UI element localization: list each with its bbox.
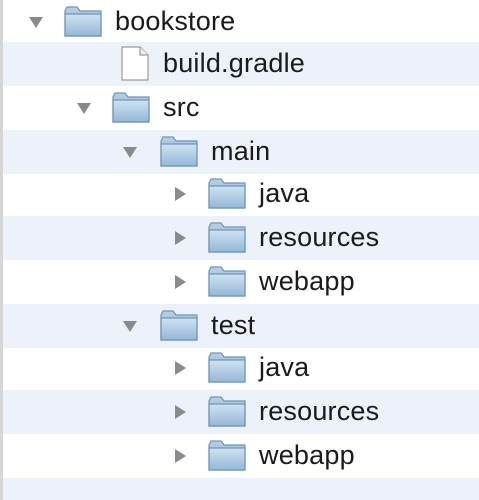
tree-row-label: webapp	[259, 266, 355, 296]
folder-icon	[207, 262, 247, 300]
disclosure-triangle-down-icon[interactable]	[121, 317, 139, 335]
folder-icon	[207, 436, 247, 474]
tree-row-test-java[interactable]: java	[3, 346, 479, 390]
folder-icon	[207, 392, 247, 430]
tree-row-test-webapp[interactable]: webapp	[3, 434, 479, 478]
tree-row-main[interactable]: main	[3, 130, 479, 174]
disclosure-triangle-right-icon[interactable]	[171, 403, 189, 421]
tree-row-label: main	[211, 136, 271, 166]
folder-icon	[207, 218, 247, 256]
disclosure-triangle-down-icon[interactable]	[121, 143, 139, 161]
tree-row-label: bookstore	[115, 6, 236, 36]
tree-row-main-resources[interactable]: resources	[3, 216, 479, 260]
tree-row-label: java	[259, 352, 310, 382]
folder-icon	[207, 174, 247, 212]
tree-row-label: build.gradle	[163, 48, 306, 78]
file-tree: bookstore build.gradle src main java res…	[0, 0, 479, 500]
tree-row-test[interactable]: test	[3, 304, 479, 348]
disclosure-triangle-right-icon[interactable]	[171, 185, 189, 203]
tree-row-src[interactable]: src	[3, 86, 479, 130]
disclosure-triangle-down-icon[interactable]	[27, 13, 45, 31]
disclosure-triangle-right-icon[interactable]	[171, 229, 189, 247]
tree-row-label: src	[163, 92, 200, 122]
tree-row-main-java[interactable]: java	[3, 172, 479, 216]
disclosure-triangle-down-icon[interactable]	[75, 99, 93, 117]
tree-row-label: test	[211, 310, 256, 340]
tree-row-label: resources	[259, 396, 380, 426]
disclosure-triangle-right-icon[interactable]	[171, 273, 189, 291]
tree-row-label: webapp	[259, 440, 355, 470]
tree-row-build-gradle[interactable]: build.gradle	[3, 42, 479, 86]
tree-row-test-resources[interactable]: resources	[3, 390, 479, 434]
folder-icon	[159, 132, 199, 170]
folder-icon	[111, 88, 151, 126]
tree-row-bookstore[interactable]: bookstore	[3, 0, 479, 44]
disclosure-triangle-right-icon[interactable]	[171, 359, 189, 377]
tree-row-main-webapp[interactable]: webapp	[3, 260, 479, 304]
folder-icon	[207, 348, 247, 386]
disclosure-triangle-right-icon[interactable]	[171, 447, 189, 465]
tree-empty-row	[3, 478, 479, 500]
tree-row-label: java	[259, 178, 310, 208]
tree-row-label: resources	[259, 222, 380, 252]
folder-icon	[159, 306, 199, 344]
folder-icon	[63, 2, 103, 40]
document-icon	[115, 44, 155, 82]
